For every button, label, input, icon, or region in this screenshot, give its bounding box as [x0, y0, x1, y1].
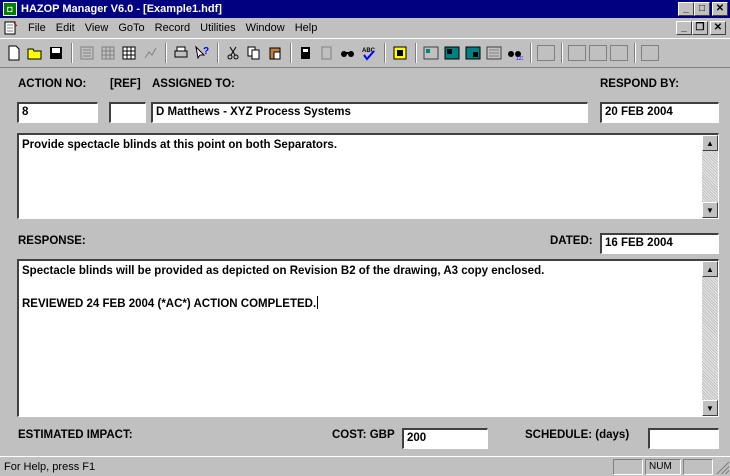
menu-view[interactable]: View — [80, 22, 114, 34]
action-no-field[interactable]: 8 — [17, 102, 98, 123]
close-button[interactable]: ✕ — [712, 2, 728, 16]
maximize-button[interactable]: □ — [694, 2, 710, 16]
panel-icon-1[interactable] — [536, 43, 556, 63]
respond-by-field[interactable]: 20 FEB 2004 — [600, 102, 719, 123]
ref-label: [REF] — [110, 78, 141, 90]
spellcheck-icon[interactable]: ABC — [359, 43, 379, 63]
menu-edit[interactable]: Edit — [51, 22, 80, 34]
menu-utilities[interactable]: Utilities — [195, 22, 240, 34]
book-icon[interactable] — [296, 43, 316, 63]
respond-by-label: RESPOND BY: — [600, 78, 680, 90]
paste-icon[interactable] — [265, 43, 285, 63]
cost-label: COST: GBP — [332, 429, 395, 441]
scroll-down-button[interactable]: ▼ — [702, 202, 718, 218]
menu-help[interactable]: Help — [290, 22, 323, 34]
window-title: HAZOP Manager V6.0 - [Example1.hdf] — [21, 3, 222, 15]
copy-icon[interactable] — [244, 43, 264, 63]
assigned-to-label: ASSIGNED TO: — [152, 78, 235, 90]
view2-icon[interactable] — [442, 43, 462, 63]
response-label: RESPONSE: — [18, 235, 86, 247]
doc-minimize-button[interactable]: _ — [676, 21, 692, 35]
panel-icon-2[interactable] — [567, 43, 587, 63]
assigned-to-field[interactable]: D Matthews - XYZ Process Systems — [151, 102, 588, 123]
chart-icon[interactable] — [140, 43, 160, 63]
menu-goto[interactable]: GoTo — [113, 22, 149, 34]
menu-file[interactable]: File — [23, 22, 51, 34]
status-num-indicator: NUM — [645, 458, 681, 475]
document-icon[interactable] — [3, 20, 19, 36]
menu-window[interactable]: Window — [241, 22, 290, 34]
status-help-text: For Help, press F1 — [4, 460, 96, 473]
menu-bar: File Edit View GoTo Record Utilities Win… — [0, 18, 730, 38]
status-panel-caps — [613, 458, 643, 475]
action-text-area[interactable]: Provide spectacle blinds at this point o… — [17, 133, 719, 219]
doc-restore-button[interactable]: ❐ — [692, 21, 708, 35]
binoculars-icon[interactable]: 123 — [505, 43, 525, 63]
view4-icon[interactable] — [484, 43, 504, 63]
app-icon[interactable]: ◘ — [3, 2, 17, 16]
response-line-1: Spectacle blinds will be provided as dep… — [22, 265, 545, 277]
panel-icon-3[interactable] — [588, 43, 608, 63]
grid-icon[interactable] — [119, 43, 139, 63]
status-panel-scrl — [683, 458, 713, 475]
panel-icon-4[interactable] — [609, 43, 629, 63]
action-no-label: ACTION NO: — [18, 78, 87, 90]
title-bar[interactable]: ◘ HAZOP Manager V6.0 - [Example1.hdf] _ … — [0, 0, 730, 18]
action-scrollbar[interactable]: ▲ ▼ — [702, 135, 718, 218]
svg-text:123: 123 — [516, 56, 523, 60]
response-scroll-down-button[interactable]: ▼ — [702, 400, 718, 416]
text-cursor — [317, 296, 319, 309]
estimated-impact-label: ESTIMATED IMPACT: — [18, 429, 133, 441]
minimize-button[interactable]: _ — [678, 2, 694, 16]
open-icon[interactable] — [25, 43, 45, 63]
svg-text:?: ? — [203, 46, 209, 57]
print-icon[interactable] — [171, 43, 191, 63]
help-pointer-icon[interactable]: ? — [192, 43, 212, 63]
schedule-field[interactable] — [648, 428, 719, 449]
dated-field[interactable]: 16 FEB 2004 — [600, 233, 719, 254]
report-icon[interactable] — [77, 43, 97, 63]
response-scroll-up-button[interactable]: ▲ — [702, 261, 718, 277]
cost-field[interactable]: 200 — [402, 428, 488, 449]
toolbar: ? ABC 123 — [0, 38, 730, 68]
resize-grip[interactable] — [715, 459, 729, 474]
table-icon[interactable] — [98, 43, 118, 63]
response-scrollbar[interactable]: ▲ ▼ — [702, 261, 718, 416]
find-icon[interactable] — [338, 43, 358, 63]
doc-close-button[interactable]: ✕ — [710, 21, 726, 35]
new-icon[interactable] — [4, 43, 24, 63]
response-text-area[interactable]: Spectacle blinds will be provided as dep… — [17, 259, 719, 417]
menu-record[interactable]: Record — [150, 22, 195, 34]
schedule-label: SCHEDULE: (days) — [525, 429, 630, 441]
panel-icon-5[interactable] — [640, 43, 660, 63]
action-text: Provide spectacle blinds at this point o… — [22, 139, 338, 151]
cut-icon[interactable] — [223, 43, 243, 63]
status-bar: For Help, press F1 NUM — [0, 456, 730, 476]
ref-field[interactable] — [109, 102, 146, 123]
view1-icon[interactable] — [421, 43, 441, 63]
scroll-up-button[interactable]: ▲ — [702, 135, 718, 151]
view3-icon[interactable] — [463, 43, 483, 63]
dated-label: DATED: — [550, 235, 593, 247]
response-line-2: REVIEWED 24 FEB 2004 (*AC*) ACTION COMPL… — [22, 298, 317, 310]
record-icon[interactable] — [390, 43, 410, 63]
book2-icon[interactable] — [317, 43, 337, 63]
save-icon[interactable] — [46, 43, 66, 63]
